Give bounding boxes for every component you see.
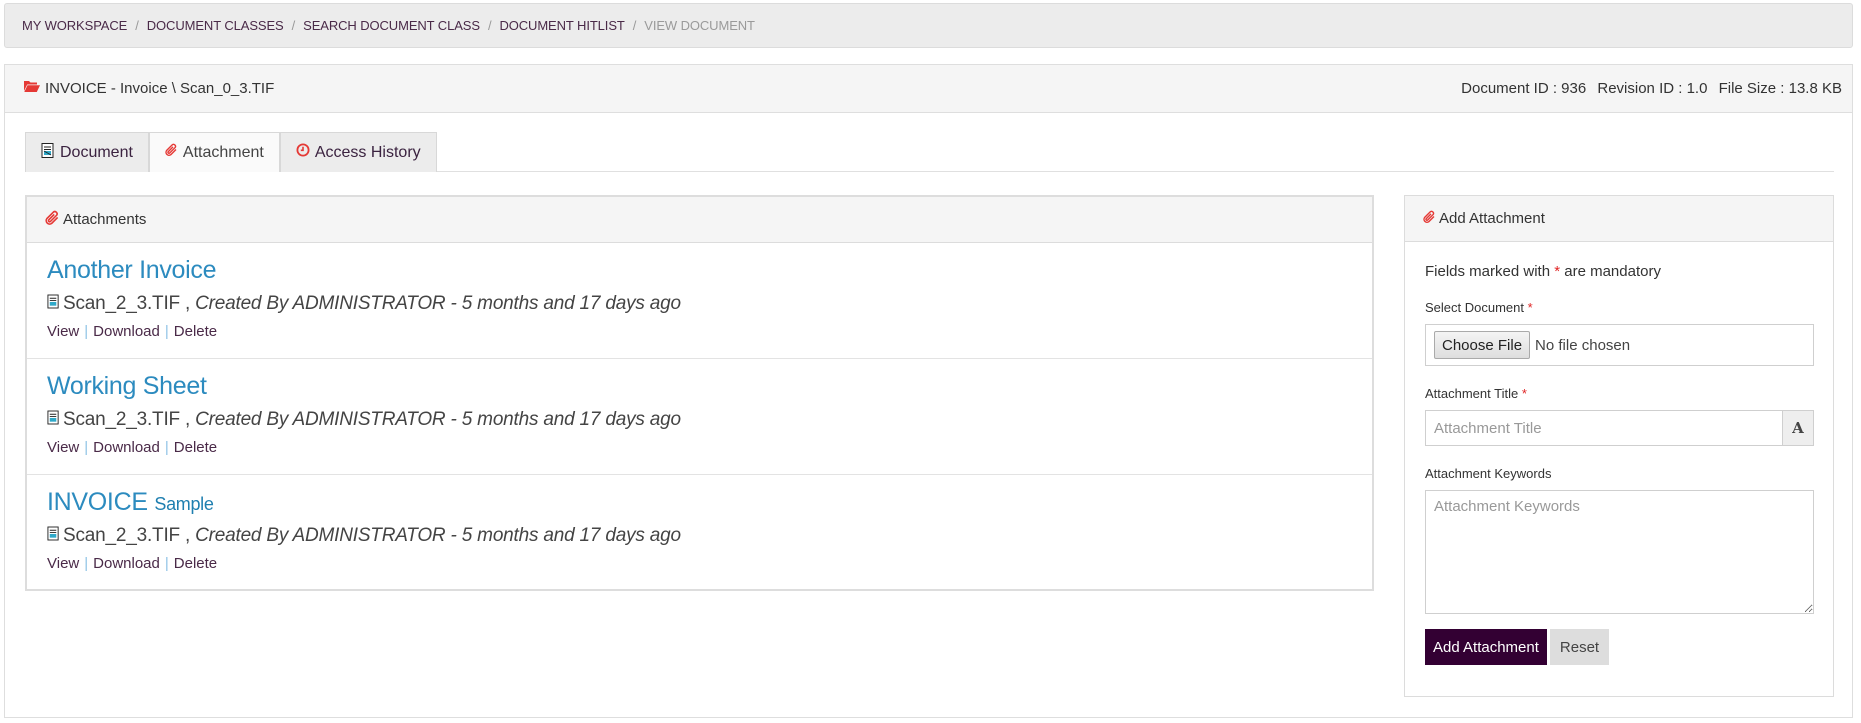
add-attachment-title: Add Attachment [1439, 210, 1545, 227]
paperclip-icon [1423, 210, 1439, 228]
delete-link[interactable]: Delete [174, 323, 217, 340]
attachment-title[interactable]: Another Invoice [47, 253, 1352, 289]
attachment-item: Working Sheet Scan_2_3.TIF , Created By … [27, 359, 1372, 475]
attachment-meta: Scan_2_3.TIF , Created By ADMINISTRATOR … [47, 289, 1352, 319]
file-icon [47, 405, 63, 435]
required-star: * [1521, 386, 1527, 401]
reset-button[interactable]: Reset [1549, 629, 1610, 665]
attachment-file-name: Scan_2_3.TIF , [63, 409, 191, 430]
link-separator: | [84, 439, 89, 456]
tab-attachment-label: Attachment [182, 143, 264, 161]
file-icon [47, 521, 63, 551]
attachments-panel-header: Attachments [27, 197, 1372, 243]
attachment-meta: Scan_2_3.TIF , Created By ADMINISTRATOR … [47, 521, 1352, 551]
select-document-label: Select Document * [1425, 300, 1813, 315]
download-link[interactable]: Download [93, 323, 160, 340]
add-attachment-header: Add Attachment [1405, 196, 1833, 242]
required-star: * [1527, 300, 1533, 315]
breadcrumb: MY WORKSPACE / DOCUMENT CLASSES / SEARCH… [4, 3, 1853, 48]
add-attachment-form: Fields marked with * are mandatory Selec… [1405, 242, 1833, 665]
select-document-label-text: Select Document [1425, 300, 1524, 315]
attachment-title-group: A [1425, 410, 1814, 446]
document-title-group: INVOICE - Invoice \ Scan_0_3.TIF [24, 80, 274, 97]
attachment-file-name: Scan_2_3.TIF , [63, 293, 191, 314]
attachment-file-name: Scan_2_3.TIF , [63, 525, 191, 546]
attachment-created: Created By ADMINISTRATOR - 5 months and … [195, 409, 681, 430]
tab-access-history-label: Access History [314, 143, 421, 161]
attachment-title-label: Attachment Title * [1425, 386, 1813, 401]
link-separator: | [164, 439, 169, 456]
download-link[interactable]: Download [93, 439, 160, 456]
add-attachment-panel: Add Attachment Fields marked with * are … [1404, 195, 1834, 697]
breadcrumb-separator: / [291, 18, 296, 33]
document-title: INVOICE - Invoice \ Scan_0_3.TIF [45, 80, 275, 97]
attachment-actions: View | Download | Delete [47, 319, 1352, 345]
document-icon [41, 142, 60, 163]
link-separator: | [164, 555, 169, 572]
no-file-text: No file chosen [1535, 336, 1631, 354]
breadcrumb-search-document-class[interactable]: SEARCH DOCUMENT CLASS [303, 18, 480, 33]
link-separator: | [84, 323, 89, 340]
file-icon [47, 289, 63, 319]
tab-attachment[interactable]: Attachment [148, 132, 280, 172]
download-link[interactable]: Download [93, 555, 160, 572]
attachment-actions: View | Download | Delete [47, 551, 1352, 577]
view-link[interactable]: View [47, 323, 79, 340]
file-input[interactable]: Choose File No file chosen [1425, 324, 1814, 366]
clock-icon [296, 143, 315, 162]
attachment-created: Created By ADMINISTRATOR - 5 months and … [195, 293, 681, 314]
attachment-subtitle: Sample [154, 494, 214, 514]
breadcrumb-separator: / [135, 18, 139, 33]
view-link[interactable]: View [47, 555, 79, 572]
mandatory-prefix: Fields marked with [1425, 263, 1551, 280]
document-header: INVOICE - Invoice \ Scan_0_3.TIF Documen… [5, 65, 1852, 113]
attachment-title-text[interactable]: Working Sheet [47, 372, 207, 400]
attachment-item: INVOICE Sample Scan_2_3.TIF , Created By… [27, 475, 1372, 591]
attachment-item: Another Invoice Scan_2_3.TIF , Created B… [27, 243, 1372, 359]
breadcrumb-my-workspace[interactable]: MY WORKSPACE [22, 18, 127, 33]
revision-id: Revision ID : 1.0 [1597, 80, 1708, 97]
attachment-meta: Scan_2_3.TIF , Created By ADMINISTRATOR … [47, 405, 1352, 435]
document-panel: INVOICE - Invoice \ Scan_0_3.TIF Documen… [4, 64, 1853, 718]
document-id: Document ID : 936 [1461, 80, 1587, 97]
attachments-panel: Attachments Another Invoice Scan_2_3.TIF… [25, 195, 1374, 591]
attachment-title[interactable]: Working Sheet [47, 369, 1352, 405]
tab-document[interactable]: Document [25, 132, 149, 172]
document-meta: Document ID : 936 Revision ID : 1.0 File… [1454, 80, 1842, 97]
choose-file-button[interactable]: Choose File [1434, 331, 1531, 359]
breadcrumb-document-classes[interactable]: DOCUMENT CLASSES [147, 18, 284, 33]
attachment-title-text[interactable]: INVOICE [47, 488, 148, 516]
mandatory-suffix: are mandatory [1564, 263, 1661, 280]
file-size: File Size : 13.8 KB [1718, 80, 1842, 97]
attachment-title-input[interactable] [1425, 410, 1782, 446]
form-actions: Add Attachment Reset [1425, 629, 1813, 665]
attachment-actions: View | Download | Delete [47, 435, 1352, 461]
link-separator: | [164, 323, 169, 340]
add-attachment-button[interactable]: Add Attachment [1425, 629, 1547, 665]
required-star: * [1554, 263, 1561, 280]
attachment-created: Created By ADMINISTRATOR - 5 months and … [195, 525, 681, 546]
breadcrumb-view-document: VIEW DOCUMENT [644, 18, 755, 33]
attachment-keywords-label: Attachment Keywords [1425, 466, 1552, 481]
tab-bar: Document Attachment Access History [25, 132, 1834, 172]
folder-open-icon [24, 80, 45, 97]
tab-access-history[interactable]: Access History [279, 132, 437, 172]
view-link[interactable]: View [47, 439, 79, 456]
breadcrumb-separator: / [487, 18, 492, 33]
link-separator: | [84, 555, 89, 572]
font-icon[interactable]: A [1782, 410, 1814, 446]
paperclip-icon [165, 143, 183, 162]
attachment-title[interactable]: INVOICE Sample [47, 485, 1352, 521]
delete-link[interactable]: Delete [174, 555, 217, 572]
delete-link[interactable]: Delete [174, 439, 217, 456]
attachment-keywords-input[interactable] [1425, 490, 1814, 614]
breadcrumb-document-hitlist[interactable]: DOCUMENT HITLIST [499, 18, 624, 33]
tab-document-label: Document [60, 143, 133, 161]
attachment-title-text[interactable]: Another Invoice [47, 256, 217, 284]
attachments-panel-title: Attachments [63, 211, 147, 228]
paperclip-icon [45, 210, 63, 230]
breadcrumb-separator: / [632, 18, 637, 33]
mandatory-note: Fields marked with * are mandatory [1425, 263, 1813, 280]
attachment-title-label-text: Attachment Title [1425, 386, 1519, 401]
